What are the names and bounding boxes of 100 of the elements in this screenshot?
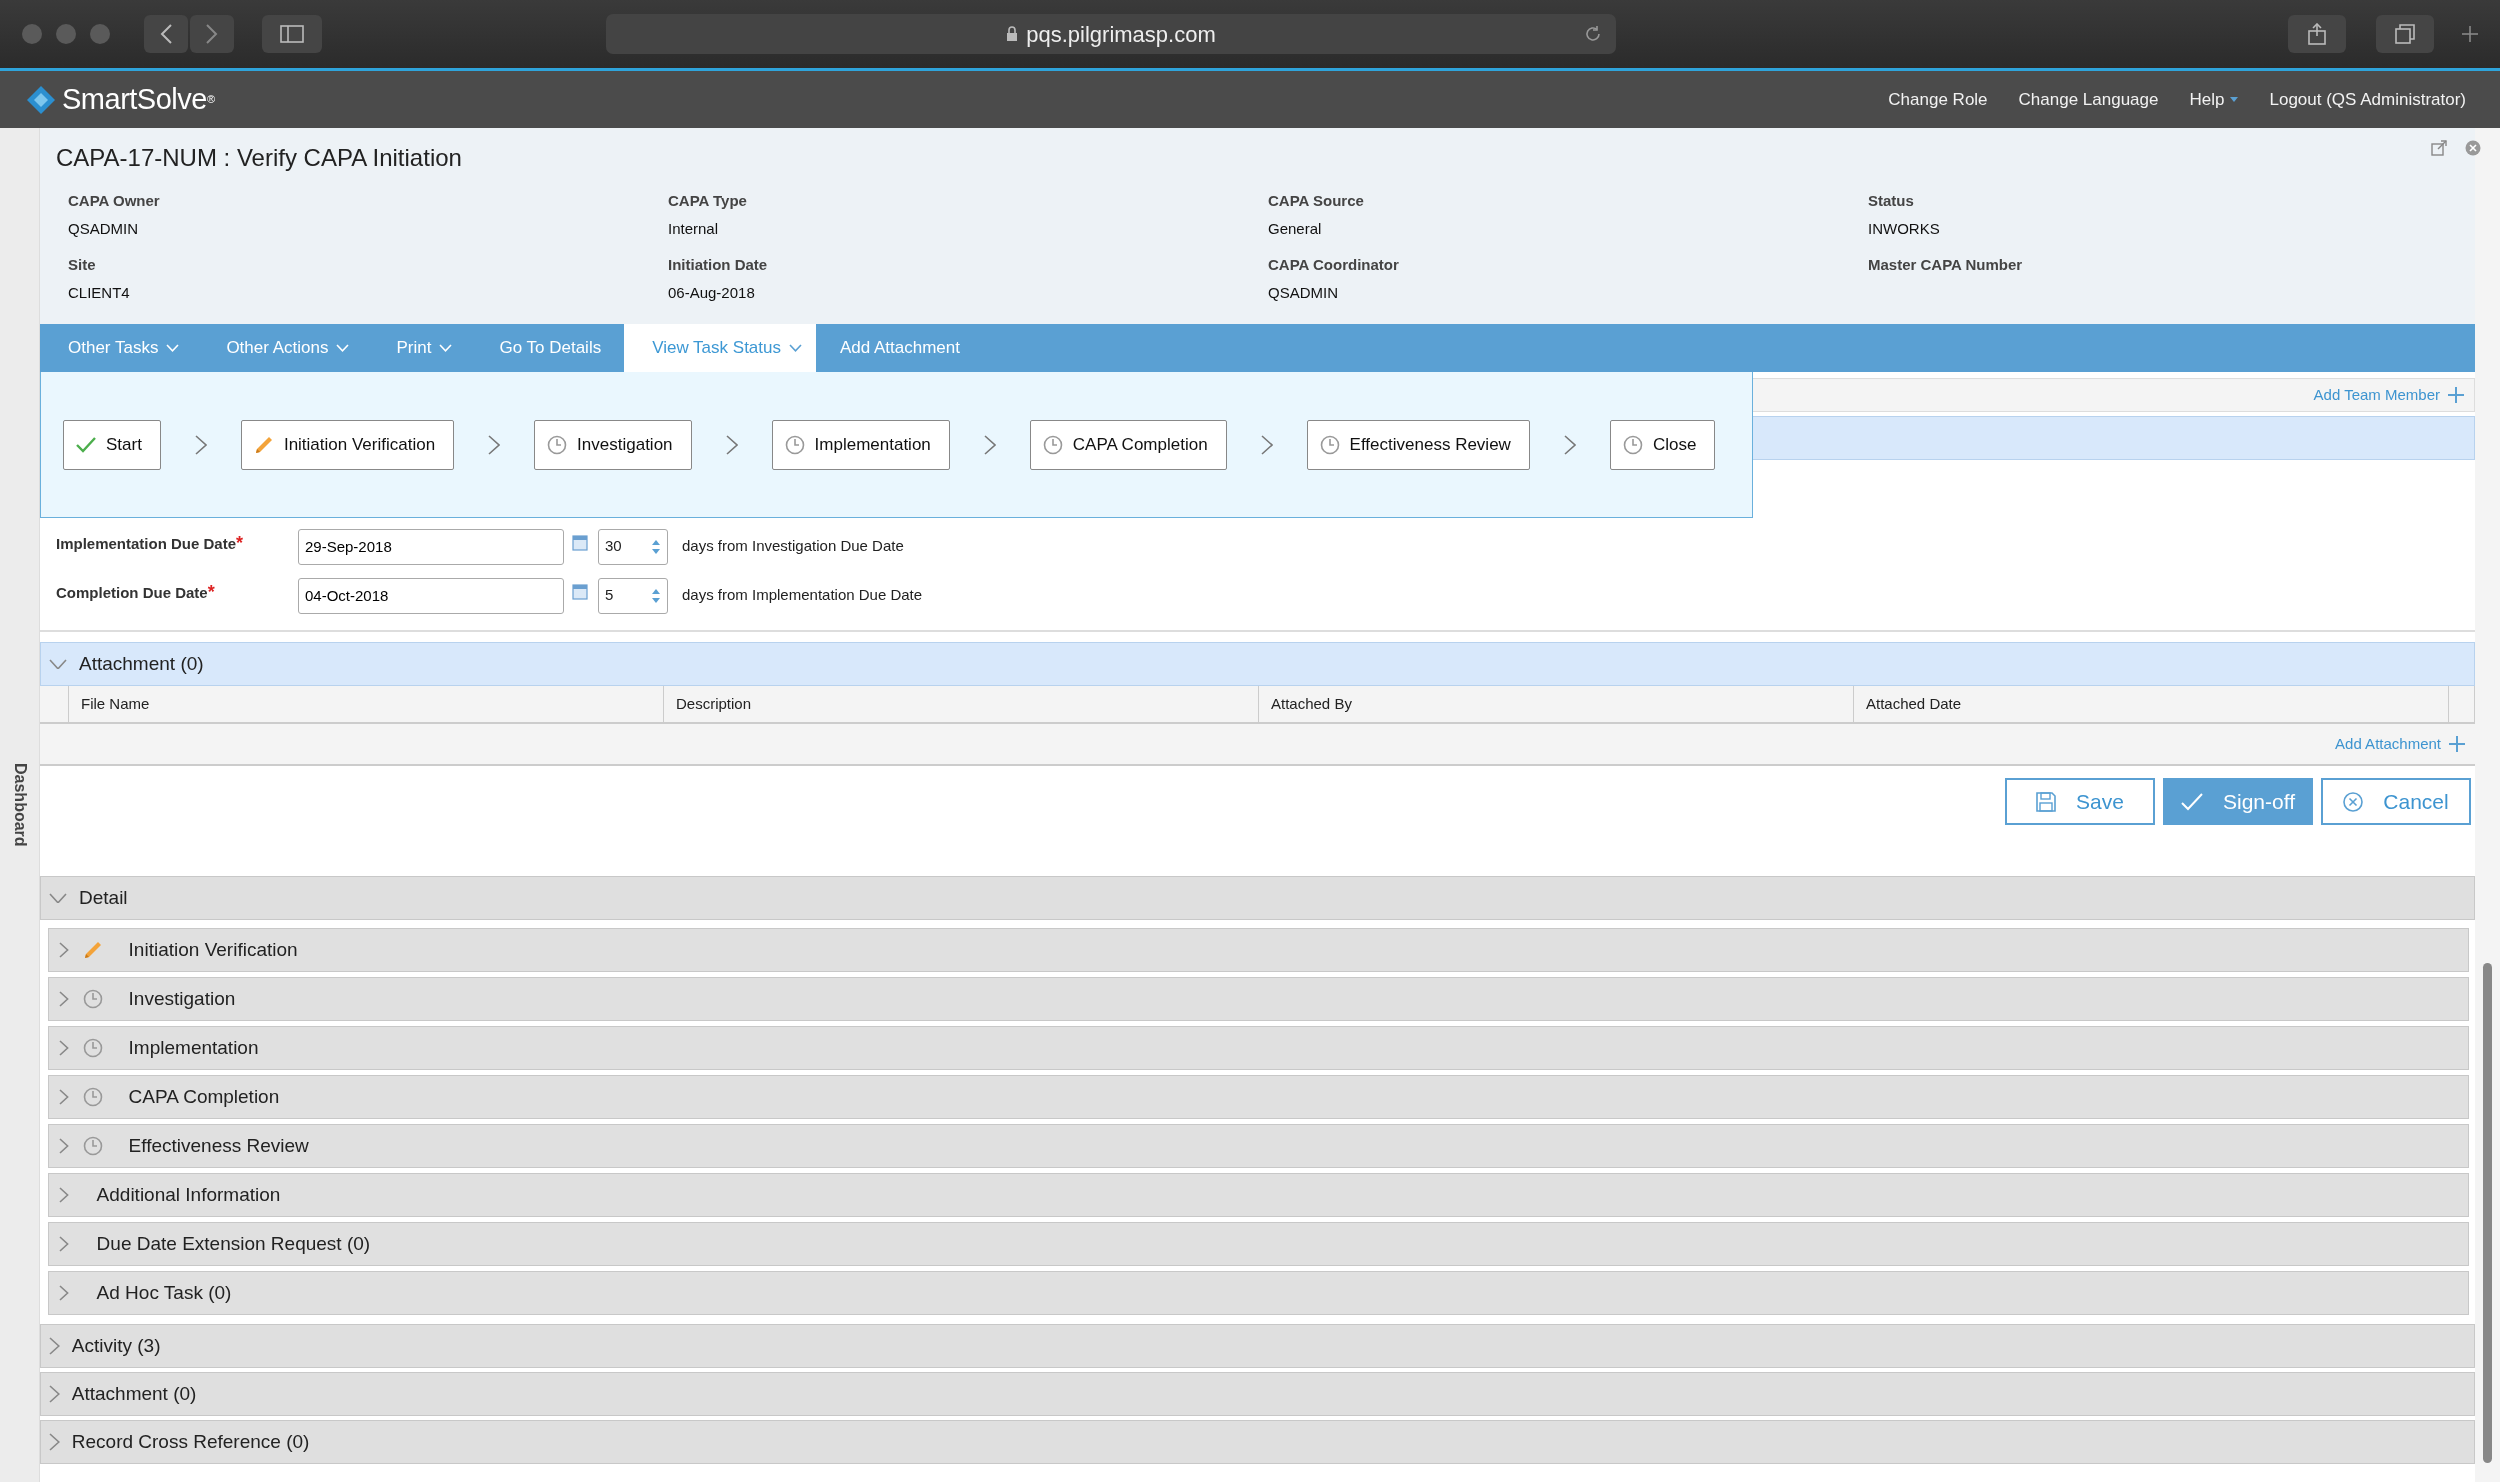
field-label: CAPA Coordinator: [1268, 255, 1400, 275]
column-header: File Name: [69, 686, 664, 722]
clock-icon: [82, 989, 103, 1009]
chevron-right-icon: [59, 1236, 69, 1252]
chevron-right-icon: [725, 434, 738, 455]
clock-icon: [1622, 434, 1643, 455]
chevron-down-icon: [336, 344, 350, 352]
field-value: INWORKS: [1868, 218, 1941, 239]
sidebar-button[interactable]: [262, 15, 322, 53]
cancel-icon: [2343, 791, 2364, 812]
step-button[interactable]: Start: [63, 419, 161, 470]
clock-icon: [82, 1136, 103, 1156]
column-header: Description: [664, 686, 1259, 722]
new-tab-icon[interactable]: [2462, 26, 2478, 42]
tabs-icon: [2395, 24, 2415, 44]
chevron-right-icon: [59, 1187, 69, 1203]
window-control[interactable]: [56, 24, 76, 44]
field-value: General: [1268, 218, 1323, 239]
scrollbar[interactable]: [2475, 128, 2500, 1482]
section-item[interactable]: Additional Information: [48, 1173, 2469, 1217]
step-button[interactable]: CAPA Completion: [1029, 419, 1227, 470]
number-spinner[interactable]: 5: [598, 577, 668, 614]
nav-link[interactable]: Change Role: [1888, 86, 1988, 113]
section-item[interactable]: Initiation Verification: [48, 928, 2469, 972]
number-spinner[interactable]: 30: [598, 528, 668, 565]
reload-icon[interactable]: [1584, 25, 1602, 43]
step-button[interactable]: Effectiveness Review: [1306, 419, 1530, 470]
share-icon: [2308, 23, 2326, 45]
field-note: days from Investigation Due Date: [682, 536, 904, 557]
tabs-button[interactable]: [2376, 15, 2434, 53]
field-value: QSADMIN: [1268, 282, 1339, 303]
share-button[interactable]: [2288, 15, 2346, 53]
nav-link[interactable]: Help: [2189, 86, 2239, 113]
field-label: Master CAPA Number: [1868, 255, 2024, 275]
chevron-right-icon: [49, 1433, 60, 1451]
app-logo: SmartSolve$^{®}$: [62, 81, 215, 117]
step-button[interactable]: Close: [1609, 419, 1716, 470]
chevron-right-icon: [1563, 434, 1576, 455]
chevron-right-icon: [194, 434, 207, 455]
address-bar[interactable]: pqs.pilgrimasp.com: [606, 14, 1616, 54]
close-icon[interactable]: [2465, 140, 2481, 156]
spinner-arrows-icon: [651, 587, 661, 604]
sidebar-tab[interactable]: Dashboard: [7, 763, 32, 847]
section-item[interactable]: CAPA Completion: [48, 1075, 2469, 1119]
chevron-down-icon: [166, 344, 180, 352]
chevron-down-icon: [49, 658, 67, 670]
pencil-icon: [82, 940, 103, 960]
chevron-right-icon: [59, 991, 69, 1007]
plus-icon: [2448, 387, 2464, 403]
field-label: CAPA Type: [668, 191, 748, 211]
chevron-down-icon: [439, 344, 453, 352]
calendar-icon[interactable]: [572, 583, 588, 600]
nav-link[interactable]: Change Language: [2018, 86, 2159, 113]
chevron-right-icon: [59, 1138, 69, 1154]
section-item[interactable]: Investigation: [48, 977, 2469, 1021]
popout-icon[interactable]: [2431, 140, 2447, 156]
calendar-icon[interactable]: [572, 534, 588, 551]
window-control[interactable]: [90, 24, 110, 44]
section-item[interactable]: Due Date Extension Request (0): [48, 1222, 2469, 1266]
plus-icon: [2449, 736, 2465, 752]
date-field[interactable]: 04-Oct-2018: [298, 577, 564, 614]
chevron-right-icon: [488, 434, 501, 455]
spinner-arrows-icon: [651, 538, 661, 555]
field-label: Status: [1868, 191, 1915, 211]
logo-icon: [26, 84, 56, 115]
clock-icon: [1042, 434, 1063, 455]
section-header[interactable]: Record Cross Reference (0): [40, 1420, 2475, 1464]
field-label: CAPA Source: [1268, 191, 1365, 211]
chevron-right-icon: [49, 1337, 60, 1355]
step-button[interactable]: Investigation: [534, 419, 692, 470]
section-item[interactable]: Implementation: [48, 1026, 2469, 1070]
section-header[interactable]: Attachment (0): [40, 1372, 2475, 1416]
column-header: Attached Date: [1854, 686, 2449, 722]
clock-icon: [82, 1038, 103, 1058]
section-header[interactable]: Activity (3): [40, 1324, 2475, 1368]
back-button[interactable]: [144, 15, 188, 53]
date-field[interactable]: 29-Sep-2018: [298, 528, 564, 565]
field-value: QSADMIN: [68, 218, 139, 239]
field-note: days from Implementation Due Date: [682, 585, 923, 606]
clock-icon: [82, 1087, 103, 1107]
clock-icon: [1319, 434, 1340, 455]
window-control[interactable]: [22, 24, 42, 44]
section-header[interactable]: Detail: [40, 876, 2475, 920]
section-header[interactable]: Attachment (0): [40, 642, 2475, 686]
chevron-right-icon: [59, 1285, 69, 1301]
nav-link[interactable]: Logout (QS Administrator): [2269, 86, 2466, 113]
section-item[interactable]: Ad Hoc Task (0): [48, 1271, 2469, 1315]
back-icon: [160, 24, 172, 44]
chevron-right-icon: [59, 1089, 69, 1105]
chevron-right-icon: [59, 1040, 69, 1056]
url-text: pqs.pilgrimasp.com: [1026, 20, 1216, 49]
chevron-down-icon: [49, 892, 67, 904]
forward-icon: [206, 24, 218, 44]
scrollbar-thumb[interactable]: [2483, 963, 2492, 1463]
step-button[interactable]: Initiation Verification: [240, 419, 455, 470]
section-item[interactable]: Effectiveness Review: [48, 1124, 2469, 1168]
forward-button[interactable]: [190, 15, 234, 53]
field-label: Initiation Date: [668, 255, 769, 275]
record-title: CAPA-17-NUM : Verify CAPA Initiation: [56, 143, 462, 173]
step-button[interactable]: Implementation: [771, 419, 950, 470]
